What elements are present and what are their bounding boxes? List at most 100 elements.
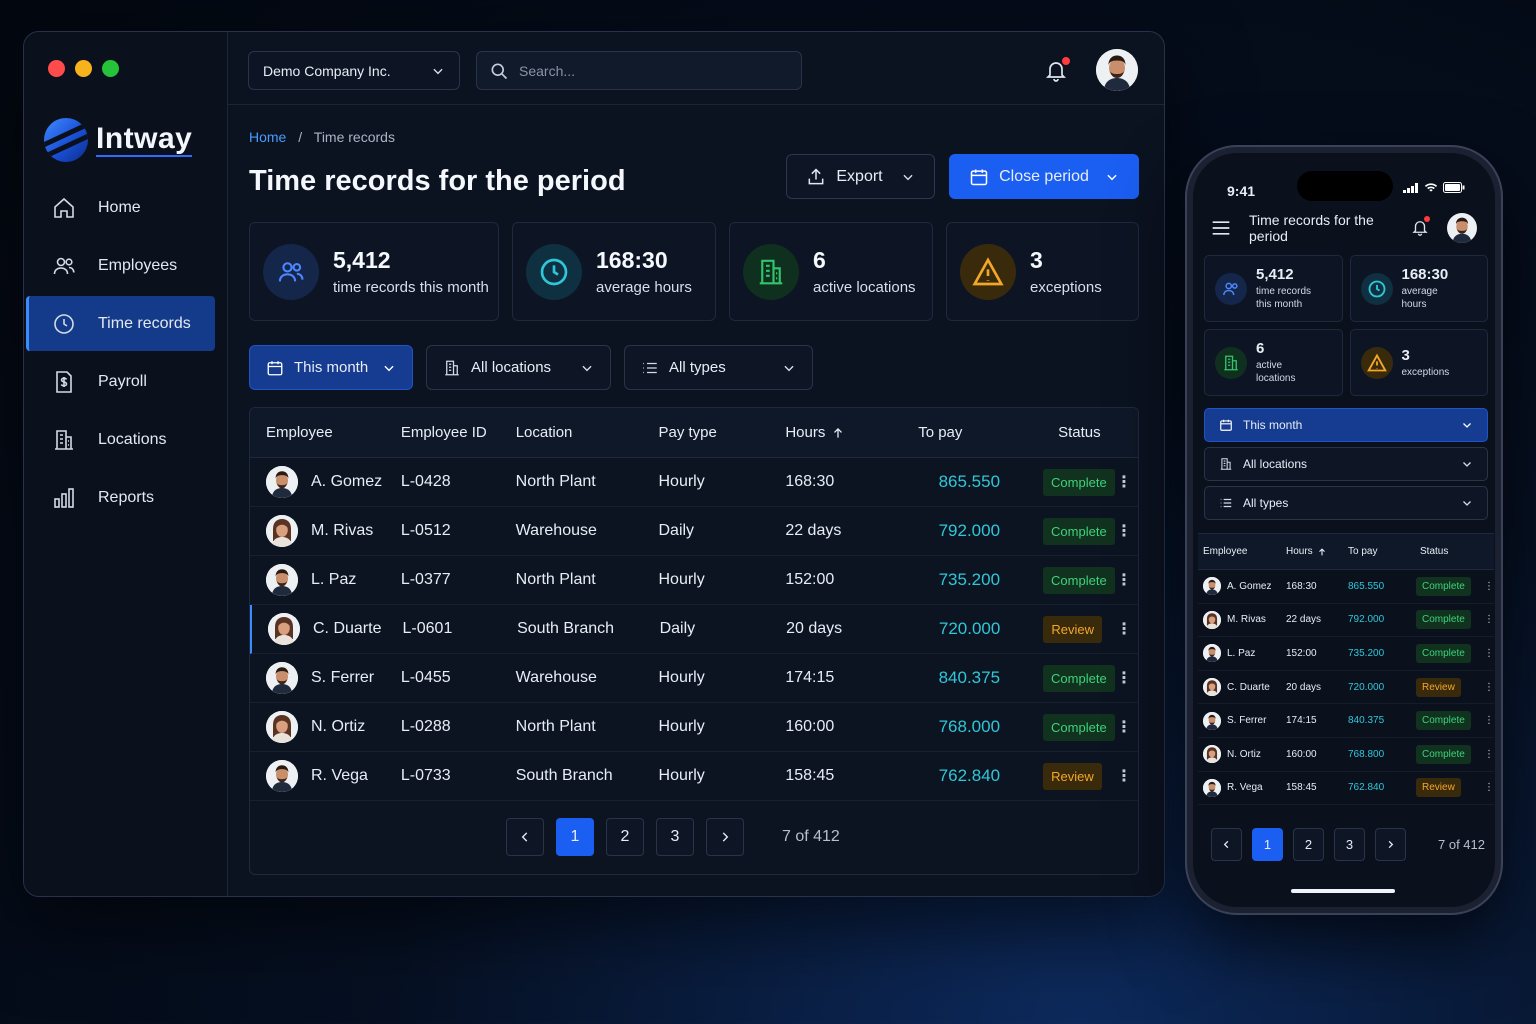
column-header-to-pay[interactable]: To pay bbox=[892, 424, 1000, 441]
row-actions-button[interactable]: ⋮ bbox=[1110, 717, 1138, 737]
employee-name[interactable]: C. Duarte bbox=[1227, 682, 1270, 693]
table-row[interactable]: N. Ortiz 160:00 768.800 Complete ⋮ bbox=[1198, 738, 1494, 772]
breadcrumb-home-link[interactable]: Home bbox=[249, 129, 286, 145]
column-header-hours[interactable]: Hours bbox=[785, 424, 892, 441]
sidebar-item-employees[interactable]: Employees bbox=[26, 238, 215, 293]
stat-label: active locations bbox=[813, 279, 916, 296]
to-pay-cell: 840.375 bbox=[938, 668, 1001, 687]
row-actions-button[interactable]: ⋮ bbox=[1484, 715, 1494, 726]
row-actions-button[interactable]: ⋮ bbox=[1484, 782, 1494, 793]
column-header-to-pay[interactable]: To pay bbox=[1348, 546, 1406, 557]
page-button-3[interactable]: 3 bbox=[656, 818, 694, 856]
column-header-employee-id[interactable]: Employee ID bbox=[401, 424, 516, 441]
notification-badge bbox=[1424, 215, 1430, 222]
table-row[interactable]: L. Paz 152:00 735.200 Complete ⋮ bbox=[1198, 637, 1494, 671]
employee-name[interactable]: M. Rivas bbox=[311, 522, 373, 540]
employee-name[interactable]: R. Vega bbox=[1227, 782, 1263, 793]
export-button[interactable]: Export bbox=[786, 154, 935, 199]
row-actions-button[interactable]: ⋮ bbox=[1484, 614, 1494, 625]
sidebar-item-reports[interactable]: Reports bbox=[26, 470, 215, 525]
table-row[interactable]: N. Ortiz L-0288 North Plant Hourly 160:00 768… bbox=[250, 703, 1138, 752]
phone-location-filter[interactable]: All locations bbox=[1204, 447, 1488, 481]
minimize-window-button[interactable] bbox=[75, 60, 92, 77]
row-actions-button[interactable]: ⋮ bbox=[1110, 472, 1138, 492]
stat-value: 5,412 bbox=[1256, 266, 1294, 283]
table-row[interactable]: M. Rivas L-0512 Warehouse Daily 22 days 792.0… bbox=[250, 507, 1138, 556]
employee-name[interactable]: N. Ortiz bbox=[1227, 749, 1261, 760]
employee-name[interactable]: S. Ferrer bbox=[1227, 715, 1266, 726]
table-row[interactable]: M. Rivas 22 days 792.000 Complete ⋮ bbox=[1198, 604, 1494, 638]
row-actions-button[interactable]: ⋮ bbox=[1484, 648, 1494, 659]
employee-name[interactable]: L. Paz bbox=[1227, 648, 1255, 659]
column-header-hours[interactable]: Hours bbox=[1286, 546, 1348, 557]
table-row[interactable]: C. Duarte L-0601 South Branch Daily 20 days 7… bbox=[250, 605, 1138, 654]
employee-name[interactable]: N. Ortiz bbox=[311, 718, 365, 736]
close-window-button[interactable] bbox=[48, 60, 65, 77]
phone-table-header: Employee Hours To pay Status bbox=[1198, 534, 1494, 570]
employee-name[interactable]: M. Rivas bbox=[1227, 614, 1266, 625]
row-actions-button[interactable]: ⋮ bbox=[1484, 749, 1494, 760]
employee-name[interactable]: A. Gomez bbox=[1227, 581, 1271, 592]
phone-period-filter[interactable]: This month bbox=[1204, 408, 1488, 442]
column-header-status[interactable]: Status bbox=[1000, 424, 1110, 441]
table-row[interactable]: R. Vega L-0733 South Branch Hourly 158:45 762… bbox=[250, 752, 1138, 801]
row-actions-button[interactable]: ⋮ bbox=[1110, 766, 1138, 786]
location-filter[interactable]: All locations bbox=[426, 345, 611, 390]
notifications-button[interactable] bbox=[1044, 57, 1070, 88]
page-button-3[interactable]: 3 bbox=[1334, 828, 1365, 861]
phone-user-avatar[interactable] bbox=[1447, 213, 1477, 243]
user-avatar[interactable] bbox=[1096, 49, 1138, 91]
column-header-employee[interactable]: Employee bbox=[250, 424, 401, 441]
close-period-button[interactable]: Close period bbox=[949, 154, 1139, 199]
table-row[interactable]: S. Ferrer L-0455 Warehouse Hourly 174:15 840.… bbox=[250, 654, 1138, 703]
sidebar-item-payroll[interactable]: Payroll bbox=[26, 354, 215, 409]
row-actions-button[interactable]: ⋮ bbox=[1484, 581, 1494, 592]
sidebar-item-home[interactable]: Home bbox=[26, 180, 215, 235]
column-header-location[interactable]: Location bbox=[516, 424, 659, 441]
column-header-employee[interactable]: Employee bbox=[1198, 546, 1286, 557]
status-cell: Complete bbox=[1406, 576, 1484, 596]
previous-page-button[interactable] bbox=[1211, 828, 1242, 861]
time-records-table: Employee Employee ID Location Pay type H… bbox=[249, 407, 1139, 875]
page-button-1[interactable]: 1 bbox=[1252, 828, 1283, 861]
row-actions-button[interactable]: ⋮ bbox=[1484, 682, 1494, 693]
row-actions-button[interactable]: ⋮ bbox=[1110, 668, 1138, 688]
to-pay-cell: 720.000 bbox=[1348, 681, 1385, 693]
hamburger-menu-icon[interactable] bbox=[1211, 220, 1231, 236]
table-row[interactable]: L. Paz L-0377 North Plant Hourly 152:00 735.2… bbox=[250, 556, 1138, 605]
table-row[interactable]: S. Ferrer 174:15 840.375 Complete ⋮ bbox=[1198, 704, 1494, 738]
brand-logo[interactable]: Intway bbox=[44, 118, 193, 162]
row-actions-button[interactable]: ⋮ bbox=[1110, 619, 1138, 639]
phone-notifications-button[interactable] bbox=[1411, 215, 1430, 240]
employee-name[interactable]: R. Vega bbox=[311, 767, 368, 785]
maximize-window-button[interactable] bbox=[102, 60, 119, 77]
row-actions-button[interactable]: ⋮ bbox=[1110, 570, 1138, 590]
status-badge: Review bbox=[1416, 677, 1461, 697]
phone-type-filter[interactable]: All types bbox=[1204, 486, 1488, 520]
search-input[interactable]: Search... bbox=[476, 51, 802, 90]
stat-card-time-records: 5,412 time records this month bbox=[249, 222, 499, 321]
employee-name[interactable]: A. Gomez bbox=[311, 473, 382, 491]
previous-page-button[interactable] bbox=[506, 818, 544, 856]
period-filter[interactable]: This month bbox=[249, 345, 413, 390]
type-filter[interactable]: All types bbox=[624, 345, 813, 390]
company-selector[interactable]: Demo Company Inc. bbox=[248, 51, 460, 90]
row-actions-button[interactable]: ⋮ bbox=[1110, 521, 1138, 541]
sidebar-item-locations[interactable]: Locations bbox=[26, 412, 215, 467]
page-button-2[interactable]: 2 bbox=[606, 818, 644, 856]
next-page-button[interactable] bbox=[706, 818, 744, 856]
employee-name[interactable]: S. Ferrer bbox=[311, 669, 374, 687]
column-header-pay-type[interactable]: Pay type bbox=[659, 424, 786, 441]
table-row[interactable]: A. Gomez L-0428 North Plant Hourly 168:30 865… bbox=[250, 458, 1138, 507]
page-button-2[interactable]: 2 bbox=[1293, 828, 1324, 861]
column-header-status[interactable]: Status bbox=[1406, 546, 1484, 557]
page-button-1[interactable]: 1 bbox=[556, 818, 594, 856]
next-page-button[interactable] bbox=[1375, 828, 1406, 861]
sidebar-item-time-records[interactable]: Time records bbox=[26, 296, 215, 351]
table-row[interactable]: A. Gomez 168:30 865.550 Complete ⋮ bbox=[1198, 570, 1494, 604]
table-row[interactable]: R. Vega 158:45 762.840 Review ⋮ bbox=[1198, 772, 1494, 806]
employee-name[interactable]: L. Paz bbox=[311, 571, 356, 589]
table-row[interactable]: C. Duarte 20 days 720.000 Review ⋮ bbox=[1198, 671, 1494, 705]
employee-name[interactable]: C. Duarte bbox=[313, 620, 381, 638]
pay-type-cell: Hourly bbox=[658, 669, 705, 686]
